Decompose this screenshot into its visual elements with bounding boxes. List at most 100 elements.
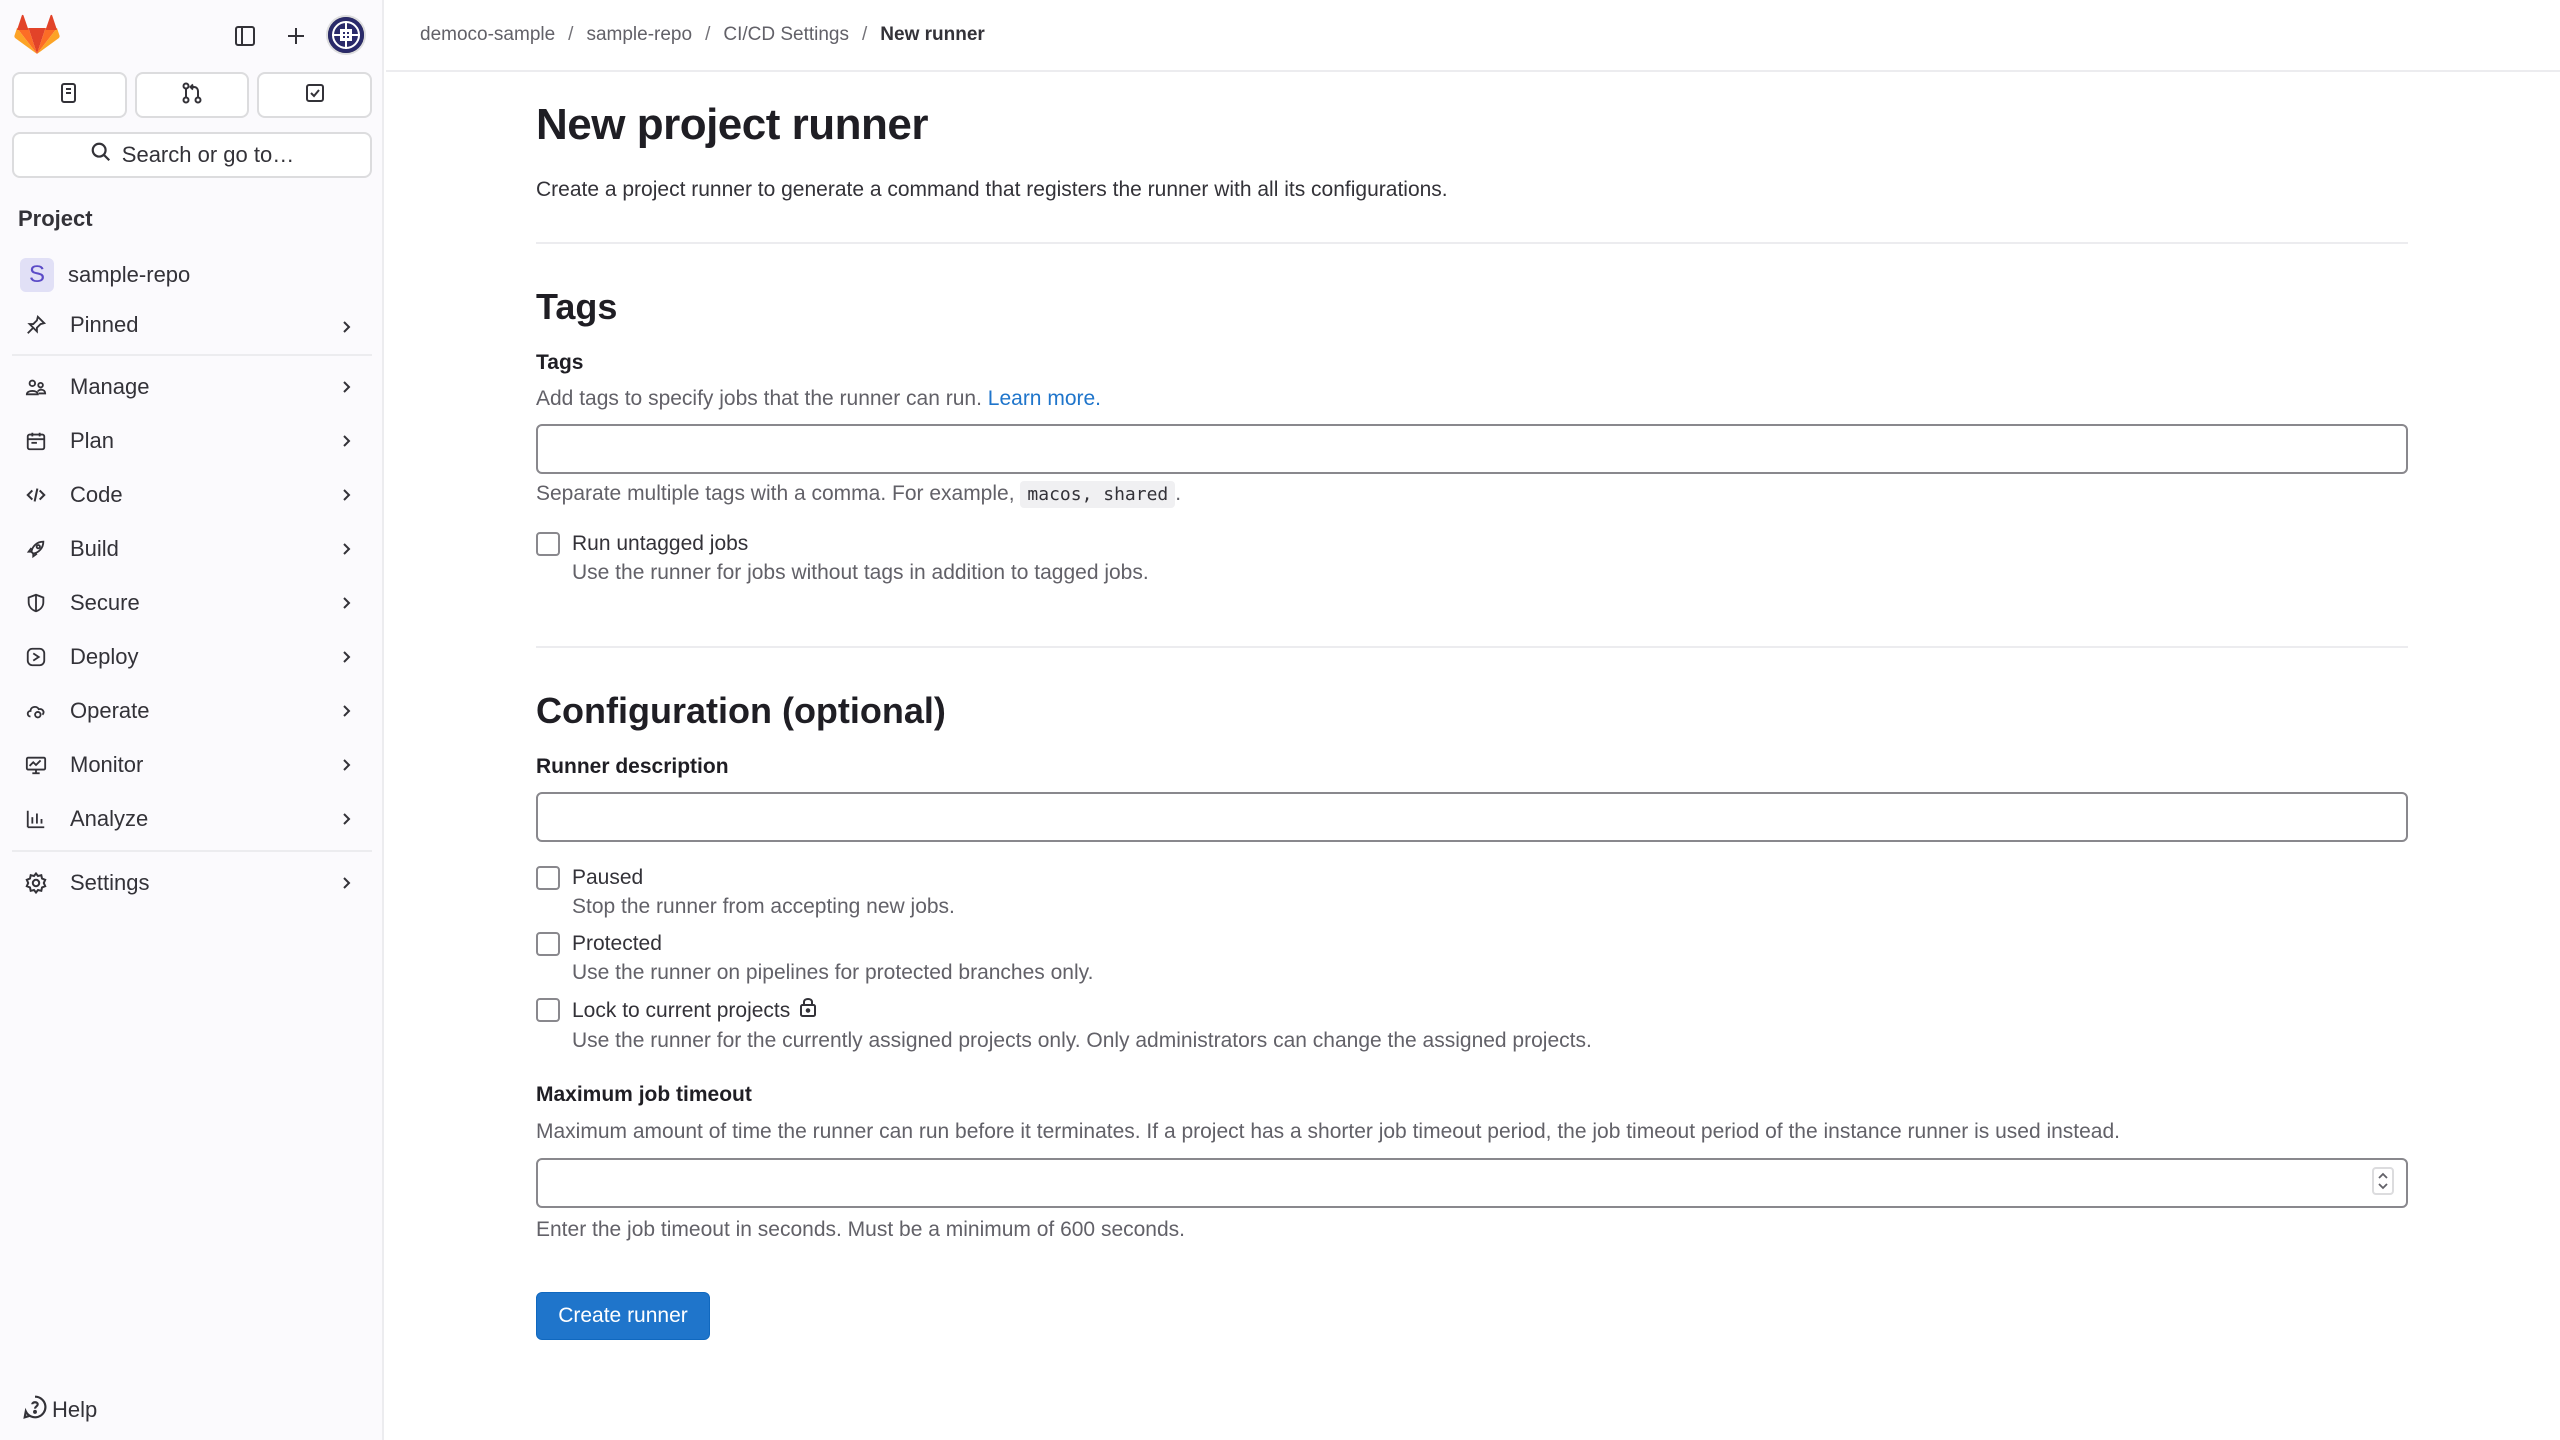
chevron-right-icon bbox=[334, 807, 358, 831]
create-runner-button[interactable]: Create runner bbox=[536, 1292, 710, 1340]
sidebar-item-secure[interactable]: Secure bbox=[12, 576, 372, 630]
tags-example-code: macos, shared bbox=[1020, 481, 1176, 508]
chevron-right-icon bbox=[334, 699, 358, 723]
sidebar-item-label: Settings bbox=[70, 870, 150, 895]
tags-hint-text: Separate multiple tags with a comma. For… bbox=[536, 482, 1015, 505]
code-icon bbox=[22, 481, 50, 509]
timeout-label: Maximum job timeout bbox=[536, 1083, 752, 1106]
tags-help: Add tags to specify jobs that the runner… bbox=[536, 387, 1101, 411]
page-title: New project runner bbox=[536, 100, 928, 149]
sidebar-item-label: Deploy bbox=[70, 644, 139, 669]
sidebar-item-build[interactable]: Build bbox=[12, 522, 372, 576]
paused-option: Paused Stop the runner from accepting ne… bbox=[536, 864, 955, 922]
merge-requests-button[interactable] bbox=[134, 72, 250, 118]
chevron-right-icon bbox=[334, 429, 358, 453]
tags-input[interactable] bbox=[536, 424, 2408, 474]
project-name: sample-repo bbox=[68, 262, 191, 287]
breadcrumb-item-cicd-settings[interactable]: CI/CD Settings bbox=[723, 24, 849, 46]
chevron-right-icon bbox=[334, 645, 358, 669]
rocket-icon bbox=[22, 535, 50, 563]
sidebar-header bbox=[0, 0, 384, 72]
monitor-icon bbox=[22, 751, 50, 779]
search-button[interactable]: Search or go to… bbox=[12, 132, 372, 178]
shield-icon bbox=[22, 589, 50, 617]
timeout-input[interactable] bbox=[536, 1158, 2408, 1208]
todo-icon bbox=[303, 81, 327, 110]
protected-checkbox[interactable] bbox=[536, 932, 560, 956]
sidebar-item-operate[interactable]: Operate bbox=[12, 684, 372, 738]
user-avatar[interactable] bbox=[326, 15, 366, 55]
chevron-right-icon bbox=[334, 537, 358, 561]
protected-description: Use the runner on pipelines for protecte… bbox=[572, 961, 1094, 984]
sidebar-item-label: Plan bbox=[70, 428, 115, 453]
protected-label[interactable]: Protected bbox=[572, 930, 1093, 958]
sidebar-item-monitor[interactable]: Monitor bbox=[12, 738, 372, 792]
run-untagged-label[interactable]: Run untagged jobs bbox=[572, 530, 1149, 558]
todos-button[interactable] bbox=[257, 72, 373, 118]
timeout-help: Maximum amount of time the runner can ru… bbox=[536, 1120, 2121, 1143]
divider bbox=[12, 354, 372, 356]
runner-description-label: Runner description bbox=[536, 755, 729, 778]
chevron-right-icon bbox=[334, 315, 358, 339]
breadcrumb: democo-sample / sample-repo / CI/CD Sett… bbox=[386, 0, 2560, 72]
configuration-heading: Configuration (optional) bbox=[536, 690, 946, 731]
sidebar-item-label: Code bbox=[70, 482, 123, 507]
lock-label: Lock to current projects bbox=[572, 999, 791, 1022]
timeout-field bbox=[536, 1158, 2408, 1208]
chevron-right-icon bbox=[334, 871, 358, 895]
paused-checkbox[interactable] bbox=[536, 866, 560, 890]
chevron-right-icon bbox=[334, 753, 358, 777]
chart-icon bbox=[22, 805, 50, 833]
sidebar-nav: S sample-repo Pinned Manage Plan Code Bu… bbox=[12, 250, 372, 910]
timeout-hint: Enter the job timeout in seconds. Must b… bbox=[536, 1218, 1186, 1241]
sidebar-item-label: Monitor bbox=[70, 752, 144, 777]
sidebar-item-analyze[interactable]: Analyze bbox=[12, 792, 372, 846]
breadcrumb-separator: / bbox=[862, 24, 868, 45]
help-label: Help bbox=[52, 1397, 98, 1422]
spinner-arrows-icon bbox=[2378, 1172, 2388, 1190]
runner-description-input[interactable] bbox=[536, 792, 2408, 842]
tags-label: Tags bbox=[536, 351, 584, 374]
breadcrumb-item-current[interactable]: New runner bbox=[880, 24, 985, 46]
project-avatar: S bbox=[20, 258, 54, 292]
sidebar-item-code[interactable]: Code bbox=[12, 468, 372, 522]
sidebar-item-plan[interactable]: Plan bbox=[12, 414, 372, 468]
sidebar-item-label: Operate bbox=[70, 698, 150, 723]
lock-checkbox[interactable] bbox=[536, 998, 560, 1022]
merge-request-icon bbox=[180, 81, 204, 110]
breadcrumb-separator: / bbox=[705, 24, 711, 45]
breadcrumb-item-project[interactable]: sample-repo bbox=[586, 24, 692, 46]
run-untagged-option: Run untagged jobs Use the runner for job… bbox=[536, 530, 1149, 588]
sidebar-item-settings[interactable]: Settings bbox=[12, 856, 372, 910]
issues-icon bbox=[57, 81, 81, 110]
breadcrumb-item-group[interactable]: democo-sample bbox=[420, 24, 555, 46]
sidebar-item-pinned[interactable]: Pinned bbox=[12, 300, 372, 350]
issues-button[interactable] bbox=[12, 72, 127, 118]
help-button[interactable]: Help bbox=[22, 1394, 97, 1426]
lock-description: Use the runner for the currently assigne… bbox=[572, 1029, 1592, 1052]
paused-label[interactable]: Paused bbox=[572, 864, 955, 892]
divider bbox=[12, 850, 372, 852]
create-new-icon[interactable] bbox=[278, 18, 314, 54]
quick-actions bbox=[12, 72, 373, 118]
run-untagged-checkbox[interactable] bbox=[536, 532, 560, 556]
gear-icon bbox=[22, 869, 50, 897]
sidebar: Search or go to… Project S sample-repo P… bbox=[0, 0, 384, 1440]
gitlab-logo-icon[interactable] bbox=[14, 14, 60, 56]
sidebar-item-label: Build bbox=[70, 536, 119, 561]
chevron-right-icon bbox=[334, 483, 358, 507]
learn-more-link[interactable]: Learn more. bbox=[988, 387, 1101, 410]
tags-help-text: Add tags to specify jobs that the runner… bbox=[536, 387, 982, 410]
sidebar-item-deploy[interactable]: Deploy bbox=[12, 630, 372, 684]
users-icon bbox=[22, 373, 50, 401]
lock-icon bbox=[798, 996, 818, 1026]
sidebar-item-manage[interactable]: Manage bbox=[12, 360, 372, 414]
sidebar-toggle-icon[interactable] bbox=[227, 18, 263, 54]
chevron-right-icon bbox=[334, 591, 358, 615]
sidebar-item-project[interactable]: S sample-repo bbox=[12, 250, 372, 300]
chevron-right-icon bbox=[334, 375, 358, 399]
divider bbox=[536, 646, 2408, 648]
lock-label-row[interactable]: Lock to current projects bbox=[572, 996, 1592, 1026]
number-spinner[interactable] bbox=[2372, 1167, 2394, 1195]
cloud-icon bbox=[22, 697, 50, 725]
